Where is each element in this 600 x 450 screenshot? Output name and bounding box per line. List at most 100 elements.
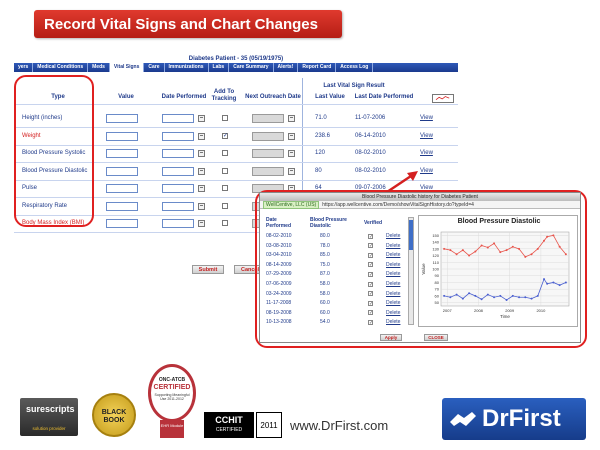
verified-checkbox[interactable]: ✓: [368, 281, 373, 287]
history-value: 87.0: [320, 271, 330, 278]
vital-value-input[interactable]: [106, 114, 138, 123]
add-to-tracking-checkbox[interactable]: [222, 150, 228, 156]
add-to-tracking-checkbox[interactable]: ✓: [222, 132, 228, 139]
verified-checkbox[interactable]: ✓: [368, 243, 373, 249]
date-performed-input[interactable]: [162, 114, 194, 123]
next-outreach-input[interactable]: [252, 149, 284, 158]
nav-tab-9[interactable]: Report Card: [298, 63, 337, 72]
delete-link[interactable]: Delete: [386, 252, 400, 258]
series-point-1: [443, 294, 446, 297]
calendar-icon[interactable]: [198, 150, 205, 157]
delete-link[interactable]: Delete: [386, 310, 400, 316]
vital-value-input[interactable]: [106, 131, 138, 141]
view-link[interactable]: View: [420, 133, 433, 139]
vital-value-input[interactable]: [106, 166, 138, 176]
history-value: 78.0: [320, 242, 330, 249]
add-to-tracking-checkbox[interactable]: [222, 185, 228, 191]
series-point-0: [518, 247, 521, 250]
nav-tab-8[interactable]: Alerts!: [274, 63, 299, 72]
apply-button[interactable]: Apply: [380, 334, 402, 341]
vital-value-input[interactable]: [106, 184, 138, 193]
trend-chart-icon[interactable]: [432, 94, 454, 103]
verified-checkbox[interactable]: ✓: [368, 291, 373, 297]
date-performed-input[interactable]: [162, 166, 194, 176]
date-performed-input[interactable]: [162, 131, 194, 141]
date-performed-input[interactable]: [162, 184, 194, 193]
calendar-icon[interactable]: [198, 220, 205, 227]
scrollbar-thumb[interactable]: [409, 220, 413, 250]
submit-button[interactable]: Submit: [192, 265, 224, 274]
delete-link[interactable]: Delete: [386, 291, 400, 297]
nav-tab-7[interactable]: Care Summary: [229, 63, 274, 72]
add-to-tracking-checkbox[interactable]: [222, 167, 228, 174]
verified-checkbox[interactable]: ✓: [368, 310, 373, 316]
calendar-icon[interactable]: [198, 167, 205, 175]
verified-checkbox[interactable]: ✓: [368, 252, 373, 258]
verified-checkbox[interactable]: ✓: [368, 300, 373, 306]
outreach-calendar-icon[interactable]: [288, 115, 295, 122]
close-button[interactable]: CLOSE: [424, 334, 448, 341]
series-point-0: [524, 255, 527, 258]
date-performed-input[interactable]: [162, 201, 194, 211]
history-date: 03-08-2010: [266, 242, 292, 249]
y-tick-label: 50: [435, 300, 440, 305]
series-point-1: [543, 278, 546, 281]
calendar-icon[interactable]: [198, 132, 205, 140]
y-tick-label: 130: [432, 246, 439, 251]
vital-value-input[interactable]: [106, 219, 138, 228]
bp-chart: Blood Pressure Diastolic 50 60 70 80 90 100 11…: [418, 215, 578, 327]
nav-tab-10[interactable]: Access Log: [336, 63, 374, 72]
series-point-1: [486, 293, 489, 296]
delete-link[interactable]: Delete: [386, 281, 400, 287]
url-text[interactable]: https://app.wellcentive.com/Demo/showVit…: [322, 202, 474, 208]
next-outreach-input[interactable]: [252, 166, 284, 176]
bp-diastolic-history-popup: Blood Pressure Diastolic history for Dia…: [259, 192, 581, 343]
delete-link[interactable]: Delete: [386, 319, 400, 325]
delete-link[interactable]: Delete: [386, 233, 400, 239]
outreach-calendar-icon[interactable]: [288, 167, 295, 175]
nav-tab-4[interactable]: Care: [144, 63, 165, 72]
nav-tab-3[interactable]: Vital Signs: [109, 63, 145, 72]
outreach-calendar-icon[interactable]: [288, 150, 295, 157]
series-point-1: [449, 296, 452, 299]
date-performed-input[interactable]: [162, 149, 194, 158]
vital-value-input[interactable]: [106, 149, 138, 158]
add-to-tracking-checkbox[interactable]: [222, 220, 228, 226]
popup-col-verified: Verified: [364, 220, 383, 226]
series-point-0: [474, 250, 477, 253]
website-url: www.DrFirst.com: [290, 418, 389, 433]
next-outreach-input[interactable]: [252, 114, 284, 123]
series-point-1: [564, 281, 567, 284]
add-to-tracking-checkbox[interactable]: [222, 115, 228, 121]
verified-checkbox[interactable]: ✓: [368, 271, 373, 277]
outreach-calendar-icon[interactable]: [288, 132, 295, 140]
calendar-icon[interactable]: [198, 202, 205, 210]
drfirst-name: DrFirst: [482, 405, 561, 432]
popup-scrollbar[interactable]: [408, 217, 414, 325]
calendar-icon[interactable]: [198, 185, 205, 192]
date-performed-input[interactable]: [162, 219, 194, 228]
history-value: 60.0: [320, 309, 330, 316]
delete-link[interactable]: Delete: [386, 271, 400, 277]
vital-value-input[interactable]: [106, 201, 138, 211]
cchit-year: 2011: [256, 412, 282, 438]
view-link[interactable]: View: [420, 168, 433, 174]
verified-checkbox[interactable]: ✓: [368, 233, 373, 239]
nav-tab-1[interactable]: Medical Conditions: [33, 63, 89, 72]
view-link[interactable]: View: [420, 115, 433, 121]
nav-tab-0[interactable]: yers: [14, 63, 34, 72]
verified-checkbox[interactable]: ✓: [368, 262, 373, 268]
next-outreach-input[interactable]: [252, 131, 284, 141]
nav-tab-2[interactable]: Meds: [88, 63, 110, 72]
delete-link[interactable]: Delete: [386, 262, 400, 268]
delete-link[interactable]: Delete: [386, 300, 400, 306]
view-link[interactable]: View: [420, 150, 433, 156]
nav-tab-6[interactable]: Labs: [209, 63, 230, 72]
add-to-tracking-checkbox[interactable]: [222, 202, 228, 209]
series-point-1: [455, 293, 458, 296]
delete-link[interactable]: Delete: [386, 243, 400, 249]
nav-tab-5[interactable]: Immunizations: [165, 63, 209, 72]
verified-checkbox[interactable]: ✓: [368, 319, 373, 325]
calendar-icon[interactable]: [198, 115, 205, 122]
surescripts-name: surescripts: [26, 404, 75, 414]
